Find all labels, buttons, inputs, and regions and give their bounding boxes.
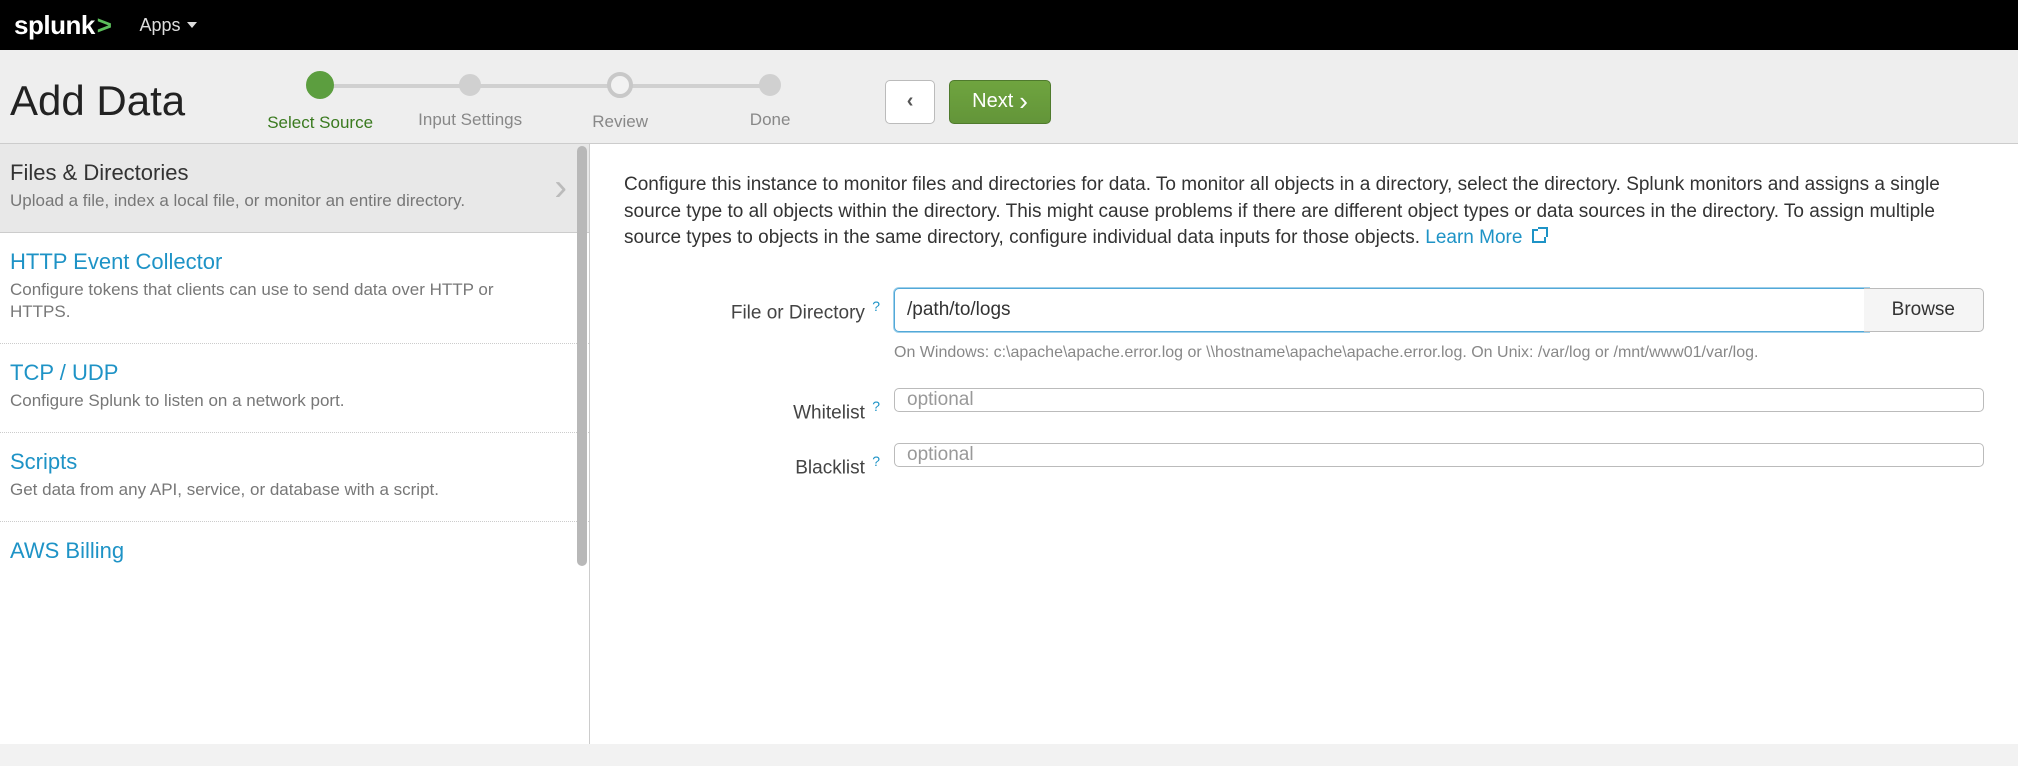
sidebar-item-desc: Configure Splunk to listen on a network … — [10, 390, 571, 412]
step-label: Review — [592, 112, 648, 132]
sidebar-item-aws-billing[interactable]: AWS Billing — [0, 522, 589, 588]
next-button[interactable]: Next — [949, 80, 1051, 124]
step-circle-icon — [759, 74, 781, 96]
step-circle-icon — [306, 71, 334, 99]
external-link-icon — [1532, 229, 1546, 243]
sidebar-item-http-event-collector[interactable]: HTTP Event Collector Configure tokens th… — [0, 233, 589, 344]
step-review[interactable]: Review — [545, 74, 695, 132]
sidebar-item-title: TCP / UDP — [10, 360, 571, 386]
step-label: Done — [750, 110, 791, 130]
next-label: Next — [972, 90, 1013, 113]
sidebar-item-desc: Upload a file, index a local file, or mo… — [10, 190, 571, 212]
scrollbar-thumb[interactable] — [577, 146, 587, 566]
field-label: Blacklist ? — [624, 443, 894, 479]
field-row-file-directory: File or Directory ? Browse On Windows: c… — [624, 288, 1984, 364]
chevron-right-icon: › — [554, 167, 567, 210]
back-button[interactable]: ‹ — [885, 80, 935, 124]
sidebar-item-title: Files & Directories — [10, 160, 571, 186]
apps-label: Apps — [139, 15, 180, 36]
page-title: Add Data — [10, 77, 185, 125]
browse-button[interactable]: Browse — [1864, 288, 1984, 332]
file-directory-input[interactable] — [894, 288, 1869, 332]
step-label: Select Source — [267, 113, 373, 133]
help-icon[interactable]: ? — [872, 398, 880, 414]
source-sidebar: Files & Directories Upload a file, index… — [0, 144, 590, 744]
scrollbar-track[interactable] — [575, 144, 589, 744]
sidebar-item-title: Scripts — [10, 449, 571, 475]
wizard-nav-buttons: ‹ Next — [885, 80, 1051, 124]
whitelist-input[interactable] — [894, 388, 1984, 412]
blacklist-input[interactable] — [894, 443, 1984, 467]
main-panel: Configure this instance to monitor files… — [590, 144, 2018, 744]
step-circle-icon — [607, 72, 633, 98]
splunk-logo: splunk> — [14, 10, 111, 41]
field-label: Whitelist ? — [624, 388, 894, 424]
field-row-blacklist: Blacklist ? — [624, 443, 1984, 479]
step-done[interactable]: Done — [695, 74, 845, 130]
step-select-source[interactable]: Select Source — [245, 74, 395, 133]
apps-menu[interactable]: Apps — [139, 15, 196, 36]
sidebar-item-scripts[interactable]: Scripts Get data from any API, service, … — [0, 433, 589, 522]
step-label: Input Settings — [418, 110, 522, 130]
sidebar-item-desc: Get data from any API, service, or datab… — [10, 479, 571, 501]
main-description: Configure this instance to monitor files… — [624, 172, 1984, 252]
help-icon[interactable]: ? — [872, 453, 880, 469]
sidebar-item-title: AWS Billing — [10, 538, 571, 564]
content-body: Files & Directories Upload a file, index… — [0, 144, 2018, 744]
top-nav: splunk> Apps — [0, 0, 2018, 50]
step-input-settings[interactable]: Input Settings — [395, 74, 545, 130]
wizard-stepper: Select Source Input Settings Review Done — [245, 74, 845, 133]
sidebar-item-desc: Configure tokens that clients can use to… — [10, 279, 571, 323]
step-circle-icon — [459, 74, 481, 96]
sidebar-item-tcp-udp[interactable]: TCP / UDP Configure Splunk to listen on … — [0, 344, 589, 433]
learn-more-link[interactable]: Learn More — [1425, 227, 1545, 248]
page-header: Add Data Select Source Input Settings Re… — [0, 50, 2018, 144]
sidebar-item-title: HTTP Event Collector — [10, 249, 571, 275]
chevron-down-icon — [187, 22, 197, 28]
chevron-left-icon: ‹ — [907, 90, 914, 113]
field-hint: On Windows: c:\apache\apache.error.log o… — [894, 342, 1984, 364]
field-label: File or Directory ? — [624, 288, 894, 324]
field-row-whitelist: Whitelist ? — [624, 388, 1984, 424]
sidebar-item-files-directories[interactable]: Files & Directories Upload a file, index… — [0, 144, 589, 233]
chevron-right-icon — [1019, 88, 1028, 116]
help-icon[interactable]: ? — [872, 298, 880, 314]
